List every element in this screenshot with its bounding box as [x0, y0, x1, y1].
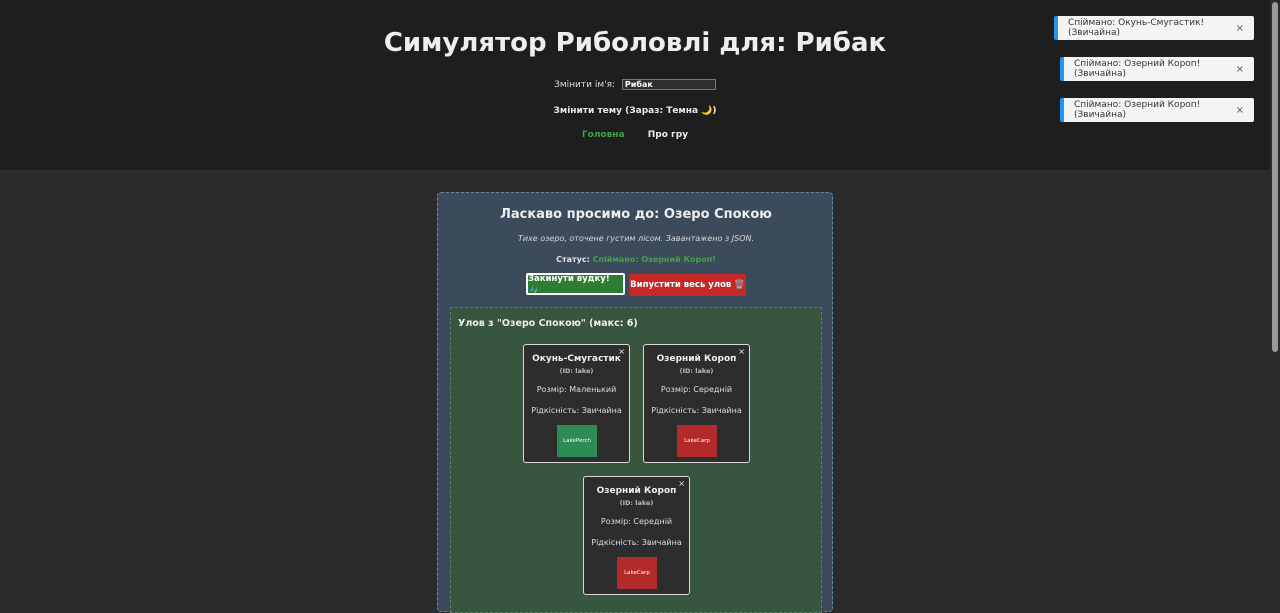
toast-notification: Спіймано: Озерний Короп! (Звичайна) ×: [1060, 57, 1254, 81]
status-label: Статус:: [556, 255, 590, 264]
fish-rarity: Рідкісність: Звичайна: [531, 406, 622, 415]
name-input[interactable]: [621, 79, 716, 90]
fish-rarity: Рідкісність: Звичайна: [651, 406, 742, 415]
location-title: Ласкаво просимо до: Озеро Спокою: [500, 207, 772, 222]
fish-card: × Озерний Короп (ID: lake) Розмір: Серед…: [583, 476, 690, 595]
fish-image: LakeCarp: [677, 425, 717, 457]
toast-notification: Спіймано: Озерний Короп! (Звичайна) ×: [1060, 98, 1254, 122]
theme-toggle-button[interactable]: Змінити тему (Зараз: Темна 🌙): [553, 106, 716, 116]
close-icon[interactable]: ×: [1236, 64, 1244, 75]
fish-size: Розмір: Маленький: [536, 385, 617, 394]
close-icon[interactable]: ×: [1236, 105, 1244, 116]
location-panel: Ласкаво просимо до: Озеро Спокою Тихе оз…: [437, 192, 834, 613]
fish-image: LakePerch: [557, 425, 597, 457]
fish-image: LakeCarp: [617, 557, 657, 589]
status-value: Спіймано: Озерний Короп!: [592, 255, 716, 264]
toast-text: Спіймано: Озерний Короп! (Звичайна): [1074, 100, 1201, 120]
toast-text: Спіймано: Окунь-Смугастик! (Звичайна): [1068, 18, 1205, 38]
toast-notification: Спіймано: Окунь-Смугастик! (Звичайна) ×: [1054, 16, 1254, 40]
fish-id: (ID: lake): [679, 367, 714, 375]
cast-rod-button[interactable]: Закинути вудку! 🎣: [526, 273, 625, 295]
fish-name: Озерний Короп: [656, 354, 737, 364]
nav-about[interactable]: Про гру: [648, 130, 688, 140]
name-label: Змінити ім'я:: [554, 80, 616, 90]
fish-card: × Окунь-Смугастик (ID: lake) Розмір: Мал…: [523, 344, 630, 463]
nav-home[interactable]: Головна: [582, 130, 625, 140]
fish-name: Озерний Короп: [596, 486, 677, 496]
release-all-button[interactable]: Випустити весь улов 🗑️: [629, 274, 746, 296]
close-icon[interactable]: ×: [1236, 23, 1244, 34]
toast-text: Спіймано: Озерний Короп! (Звичайна): [1074, 59, 1201, 79]
main-nav: Головна Про гру: [0, 130, 1270, 140]
fish-id: (ID: lake): [559, 367, 594, 375]
fish-id: (ID: lake): [619, 499, 654, 507]
fish-size: Розмір: Середній: [600, 517, 673, 526]
catch-container: Улов з "Озеро Спокою" (макс: 6) × Окунь-…: [450, 307, 822, 613]
status-line: Статус: Спіймано: Озерний Короп!: [438, 255, 834, 264]
fish-name: Окунь-Смугастик: [532, 354, 621, 364]
fish-size: Розмір: Середній: [660, 385, 733, 394]
scrollbar-thumb[interactable]: [1272, 2, 1278, 352]
location-description: Тихе озеро, оточене густим лісом. Завант…: [517, 234, 755, 243]
fish-card: × Озерний Короп (ID: lake) Розмір: Серед…: [643, 344, 750, 463]
fish-rarity: Рідкісність: Звичайна: [591, 538, 682, 547]
catch-title: Улов з "Озеро Спокою" (макс: 6): [458, 318, 638, 329]
